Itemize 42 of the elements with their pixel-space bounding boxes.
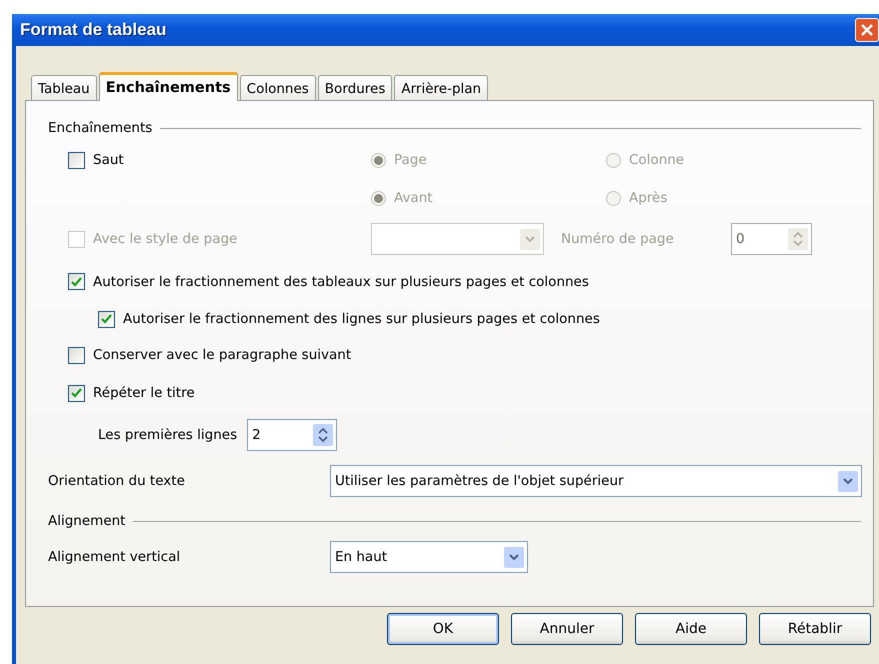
dialog-button[interactable]: Rétablir: [759, 613, 871, 645]
tab[interactable]: Tableau: [31, 75, 97, 100]
checkbox[interactable]: [68, 346, 85, 364]
field-label: Numéro de page: [561, 231, 675, 247]
spin-value: 2: [252, 427, 261, 443]
tab[interactable]: Colonnes: [240, 75, 316, 100]
spin-value: 0: [736, 231, 745, 247]
checkbox-label: Répéter le titre: [93, 385, 195, 401]
tab[interactable]: Enchaînements: [98, 72, 238, 101]
close-icon: [860, 23, 874, 37]
spin-arrows-icon: [313, 424, 334, 446]
field-label: Les premières lignes: [97, 427, 238, 443]
dialog-button[interactable]: OK: [387, 613, 499, 645]
checkbox-label: Saut: [93, 152, 124, 168]
window-title: Format de tableau: [20, 20, 166, 40]
dropdown-value: Utiliser les paramètres de l'objet supérieur: [335, 473, 624, 489]
checkbox[interactable]: [68, 152, 85, 168]
checkbox-label: Conserver avec le paragraphe suivant: [93, 347, 352, 363]
tab[interactable]: Bordures: [318, 75, 392, 100]
radio-label: Après: [629, 190, 668, 206]
dropdown-value: En haut: [335, 549, 388, 565]
checkbox[interactable]: [68, 273, 85, 290]
field-label: Alignement vertical: [48, 549, 182, 565]
tab[interactable]: Arrière-plan: [394, 75, 488, 100]
checkbox[interactable]: [98, 310, 115, 328]
dropdown[interactable]: En haut: [330, 541, 528, 573]
dialog-button[interactable]: Aide: [635, 613, 747, 645]
spin-field[interactable]: 2: [247, 419, 338, 451]
radio-label: Page: [394, 152, 427, 168]
spin-arrows-icon: [788, 228, 808, 250]
dialog-button[interactable]: Annuler: [511, 613, 623, 645]
checkbox[interactable]: [68, 384, 85, 402]
checkbox-label: Autoriser le fractionnement des tableaux sur plusieurs pages et colonnes: [93, 274, 589, 290]
dropdown[interactable]: Utiliser les paramètres de l'objet supérieur: [330, 465, 862, 497]
radio-label: Avant: [394, 190, 433, 206]
close-button[interactable]: [855, 18, 879, 42]
checkbox-label: Autoriser le fractionnement des lignes sur plusieurs pages et colonnes: [123, 311, 600, 327]
field-label: Orientation du texte: [48, 473, 186, 489]
section-title: Enchaînements: [48, 120, 152, 136]
section-title: Alignement: [48, 513, 126, 529]
checkbox-label: Avec le style de page: [93, 231, 238, 247]
radio-label: Colonne: [629, 152, 684, 168]
